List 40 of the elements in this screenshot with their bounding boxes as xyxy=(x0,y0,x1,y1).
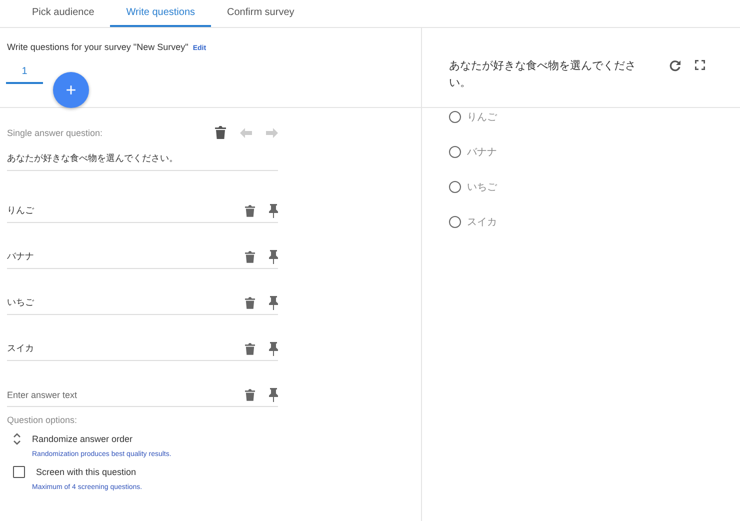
options-title: Question options: xyxy=(7,415,78,425)
pin-icon[interactable] xyxy=(269,296,278,310)
pin-icon[interactable] xyxy=(269,388,278,402)
delete-icon[interactable] xyxy=(245,250,255,262)
pin-icon[interactable] xyxy=(269,342,278,356)
question-field[interactable]: あなたが好きな食べ物を選んでください。 xyxy=(7,139,278,171)
radio-button[interactable] xyxy=(449,146,461,158)
answer-field[interactable]: スイカ xyxy=(7,344,231,354)
radio-button[interactable] xyxy=(449,216,461,228)
answer-field[interactable]: りんご xyxy=(7,206,231,216)
radio-button[interactable] xyxy=(449,180,461,192)
pin-icon[interactable] xyxy=(269,250,278,264)
sort-icon[interactable] xyxy=(13,433,21,445)
option-label: Randomize answer order xyxy=(32,434,133,444)
answer-field[interactable]: いちご xyxy=(7,298,231,308)
question-tab[interactable]: 1 xyxy=(6,61,43,84)
question-type-label: Single answer question: xyxy=(7,128,103,138)
tab[interactable]: Confirm survey xyxy=(211,0,310,27)
refresh-icon[interactable] xyxy=(669,60,681,72)
preview-question: あなたが好きな食べ物を選んでください。 xyxy=(449,59,637,91)
choice-label: スイカ xyxy=(467,216,497,228)
fullscreen-icon[interactable] xyxy=(695,60,705,70)
choice-label: いちご xyxy=(467,180,497,194)
choice-label: りんご xyxy=(467,110,497,124)
delete-icon[interactable] xyxy=(245,342,255,354)
delete-icon[interactable] xyxy=(245,204,255,216)
choice-label: バナナ xyxy=(467,146,497,158)
delete-icon[interactable] xyxy=(215,126,226,139)
checkbox[interactable] xyxy=(13,466,25,478)
option-label: Screen with this question xyxy=(36,467,136,477)
delete-icon[interactable] xyxy=(245,388,255,400)
page-heading: Write questions for your survey "New Survey" xyxy=(7,42,188,52)
answer-field[interactable]: Enter answer text xyxy=(7,390,231,400)
answer-field[interactable]: バナナ xyxy=(7,252,231,262)
tab[interactable]: Write questions xyxy=(110,0,212,27)
tab[interactable]: Pick audience xyxy=(16,0,110,27)
pin-icon[interactable] xyxy=(269,204,278,218)
delete-icon[interactable] xyxy=(245,296,255,308)
add-question-button[interactable]: + xyxy=(53,72,89,108)
radio-button[interactable] xyxy=(449,110,461,122)
